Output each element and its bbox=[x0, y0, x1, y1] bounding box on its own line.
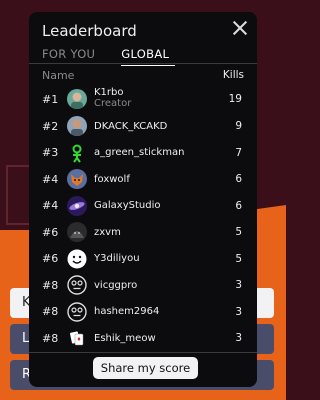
rank-label: #8 bbox=[42, 305, 59, 319]
kill-count: 5 bbox=[235, 226, 242, 239]
kill-count: 6 bbox=[235, 199, 242, 212]
player-name: GalaxyStudio bbox=[94, 200, 161, 212]
player-role: Creator bbox=[94, 98, 132, 109]
leaderboard-title: Leaderboard bbox=[42, 22, 137, 40]
green-stickman-avatar bbox=[67, 142, 87, 163]
player-name: a_green_stickman bbox=[94, 147, 185, 159]
rank-label: #1 bbox=[42, 92, 59, 106]
galaxy-avatar bbox=[67, 195, 87, 216]
list-item[interactable]: #8 hashem2964 3 bbox=[29, 299, 257, 326]
kill-count: 3 bbox=[235, 279, 242, 292]
kill-count: 3 bbox=[235, 332, 242, 345]
rank-label: #3 bbox=[42, 146, 59, 160]
rank-label: #6 bbox=[42, 252, 59, 266]
player-name: K1rbo bbox=[94, 87, 124, 98]
cards-avatar bbox=[67, 328, 87, 349]
list-item[interactable]: #2 DKACK_KCAKD 9 bbox=[29, 113, 257, 140]
leaderboard-list: #1 K1rbo Creator 19 #2 DKACK_KCAKD 9 #3 … bbox=[29, 85, 257, 352]
leaderboard-panel: Leaderboard FOR YOU GLOBAL Name Kills #1… bbox=[29, 12, 257, 387]
list-item[interactable]: #6 Y3diliyou 5 bbox=[29, 246, 257, 273]
smiley-avatar bbox=[67, 249, 87, 269]
boy-portrait-avatar bbox=[67, 116, 87, 137]
rank-label: #8 bbox=[42, 331, 59, 345]
list-item[interactable]: #4 foxwolf 6 bbox=[29, 166, 257, 193]
rank-label: #4 bbox=[42, 199, 59, 213]
fox-avatar bbox=[67, 169, 87, 190]
rank-label: #2 bbox=[42, 119, 59, 133]
rank-label: #4 bbox=[42, 172, 59, 186]
list-item[interactable]: #4 GalaxyStudio 6 bbox=[29, 193, 257, 220]
rank-label: #6 bbox=[42, 225, 59, 239]
kill-count: 6 bbox=[235, 173, 242, 186]
dark-creature-avatar bbox=[67, 222, 87, 243]
column-header-kills: Kills bbox=[222, 69, 244, 81]
share-score-button[interactable]: Share my score bbox=[93, 357, 198, 379]
player-name: DKACK_KCAKD bbox=[94, 120, 168, 132]
player-name: hashem2964 bbox=[94, 306, 160, 318]
default-face-avatar bbox=[67, 302, 87, 322]
green-portrait-avatar bbox=[67, 89, 87, 109]
player-name: zxvm bbox=[94, 226, 121, 238]
player-name: Eshik_meow bbox=[94, 332, 156, 344]
player-name: vicggpro bbox=[94, 279, 138, 291]
list-item[interactable]: #6 zxvm 5 bbox=[29, 219, 257, 246]
kill-count: 5 bbox=[235, 252, 242, 265]
list-item[interactable]: #3 a_green_stickman 7 bbox=[29, 140, 257, 167]
kill-count: 7 bbox=[235, 146, 242, 159]
kill-count: 3 bbox=[235, 305, 242, 318]
default-face-avatar bbox=[67, 275, 87, 295]
kill-count: 19 bbox=[228, 93, 242, 105]
rank-label: #8 bbox=[42, 278, 59, 292]
list-item[interactable]: #8 Eshik_meow 3 bbox=[29, 325, 257, 352]
footer-divider bbox=[29, 352, 257, 353]
list-item[interactable]: #8 vicggpro 3 bbox=[29, 272, 257, 299]
close-icon[interactable] bbox=[231, 19, 249, 37]
player-name: foxwolf bbox=[94, 173, 130, 185]
tab-divider bbox=[29, 63, 257, 64]
player-name: Y3diliyou bbox=[94, 253, 140, 265]
kill-count: 9 bbox=[235, 120, 242, 133]
column-header-name: Name bbox=[42, 69, 75, 82]
list-item[interactable]: #1 K1rbo Creator 19 bbox=[29, 85, 257, 113]
